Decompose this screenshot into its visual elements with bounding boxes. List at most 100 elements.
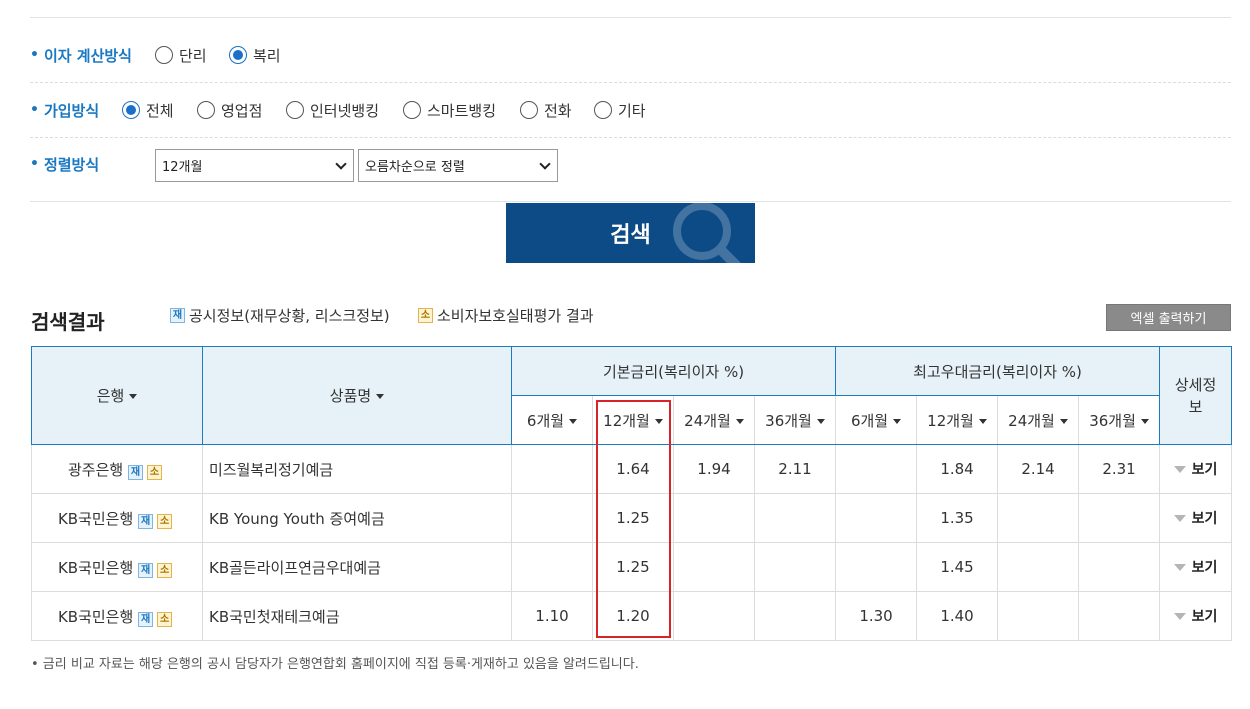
sort-base-period-2[interactable]: 24개월	[673, 395, 755, 445]
disclosure-badge-icon[interactable]: 재	[138, 513, 154, 529]
sort-base-period-3[interactable]: 36개월	[753, 395, 837, 445]
sort-method-label: • 정렬방식	[30, 155, 100, 174]
sort-base-period-1[interactable]: 12개월	[592, 395, 674, 445]
order-select[interactable]: 오름차순으로 정렬	[358, 149, 558, 182]
base-rate-header: 기본금리(복리이자 %)	[510, 346, 837, 396]
period-select[interactable]: 12개월	[155, 149, 354, 182]
disclosure-badge-icon[interactable]: 재	[138, 562, 154, 578]
excel-export-button[interactable]: 엑셀 출력하기	[1106, 304, 1231, 331]
radio-join-phone[interactable]: 전화	[520, 83, 572, 137]
radio-selected-icon[interactable]	[229, 46, 247, 64]
base-rate-cell: 1.94	[673, 444, 755, 494]
base-rate-cell	[673, 591, 755, 641]
max-rate-cell: 1.30	[835, 591, 918, 641]
radio-icon[interactable]	[155, 46, 173, 64]
radio-join-etc[interactable]: 기타	[594, 83, 646, 137]
product-name: KB국민첫재테크예금	[202, 591, 512, 641]
disclosure-badge-icon[interactable]: 재	[138, 611, 154, 627]
max-rate-cell	[1078, 493, 1161, 543]
consumer-badge-icon[interactable]: 소	[146, 464, 162, 480]
product-name: KB골든라이프연금우대예금	[202, 542, 512, 592]
max-rate-cell	[1078, 591, 1161, 641]
join-method-row: • 가입방식 전체 영업점 인터넷뱅킹 스마트뱅킹 전화 기타	[30, 83, 1231, 138]
product-name: 미즈월복리정기예금	[202, 444, 512, 494]
max-rate-cell: 1.35	[916, 493, 999, 543]
radio-compound-interest[interactable]: 복리	[229, 28, 281, 82]
max-rate-cell	[997, 542, 1080, 592]
top-divider	[30, 17, 1231, 18]
product-name: KB Young Youth 증여예금	[202, 493, 512, 543]
base-rate-cell: 1.25	[592, 493, 674, 543]
max-rate-cell: 1.40	[916, 591, 999, 641]
consumer-badge-icon[interactable]: 소	[157, 513, 173, 529]
radio-icon[interactable]	[403, 101, 421, 119]
disclosure-badge-icon: 재	[170, 308, 185, 323]
max-rate-cell	[997, 493, 1080, 543]
caret-down-icon	[654, 418, 663, 424]
consumer-badge-icon[interactable]: 소	[157, 611, 173, 627]
detail-cell: 보기	[1159, 542, 1233, 592]
base-rate-cell: 1.20	[592, 591, 674, 641]
sort-max-period-1[interactable]: 12개월	[916, 395, 999, 445]
consumer-badge-icon[interactable]: 소	[157, 562, 173, 578]
radio-join-branch[interactable]: 영업점	[197, 83, 262, 137]
chevron-down-icon	[335, 158, 347, 170]
view-detail-button[interactable]: 보기	[1161, 508, 1230, 528]
caret-down-icon	[893, 418, 902, 424]
base-rate-cell: 1.10	[511, 591, 593, 641]
base-rate-cell: 1.25	[592, 542, 674, 592]
radio-icon[interactable]	[286, 101, 304, 119]
view-detail-button[interactable]: 보기	[1161, 459, 1230, 479]
legend-consumer: 소 소비자보호실태평가 결과	[418, 305, 594, 326]
table-row: 광주은행 재 소 미즈월복리정기예금 1.64 1.94 2.11 1.84 2.14 2.31…	[31, 444, 1233, 494]
radio-selected-icon[interactable]	[122, 101, 140, 119]
radio-join-internet[interactable]: 인터넷뱅킹	[286, 83, 379, 137]
sort-max-period-3[interactable]: 36개월	[1078, 395, 1161, 445]
disclosure-badge-icon[interactable]: 재	[127, 464, 143, 480]
base-rate-cell	[511, 542, 593, 592]
sort-by-bank[interactable]: 은행	[31, 346, 203, 445]
base-rate-cell	[753, 591, 837, 641]
max-rate-header: 최고우대금리(복리이자 %)	[835, 346, 1161, 396]
bank-cell: KB국민은행 재소	[31, 493, 203, 543]
radio-join-all[interactable]: 전체	[122, 83, 174, 137]
table-row: KB국민은행 재 소 KB국민첫재테크예금 1.10 1.20 1.30 1.40 보기	[31, 591, 1233, 641]
triangle-down-icon	[1173, 563, 1186, 571]
max-rate-cell: 1.45	[916, 542, 999, 592]
radio-icon[interactable]	[594, 101, 612, 119]
radio-join-smart[interactable]: 스마트뱅킹	[403, 83, 496, 137]
rate-table: 은행 상품명 기본금리(복리이자 %) 최고우대금리(복리이자 %) 상세정보 …	[31, 346, 1233, 641]
table-row: KB국민은행 재 소 KB Young Youth 증여예금 1.25 1.35 보기	[31, 493, 1233, 543]
sort-by-product[interactable]: 상품명	[202, 346, 512, 445]
search-button[interactable]: 검색	[506, 203, 755, 263]
caret-down-icon	[129, 394, 138, 399]
sort-max-period-2[interactable]: 24개월	[997, 395, 1080, 445]
detail-header: 상세정보	[1159, 346, 1233, 445]
consumer-badge-icon: 소	[418, 308, 433, 323]
interest-method-label: • 이자 계산방식	[30, 46, 132, 65]
view-detail-button[interactable]: 보기	[1161, 606, 1230, 626]
sort-base-period-0[interactable]: 6개월	[511, 395, 593, 445]
radio-icon[interactable]	[197, 101, 215, 119]
triangle-down-icon	[1173, 612, 1186, 620]
triangle-down-icon	[1173, 465, 1186, 473]
max-rate-cell	[835, 493, 918, 543]
base-rate-cell	[753, 493, 837, 543]
table-row: KB국민은행 재 소 KB골든라이프연금우대예금 1.25 1.45 보기	[31, 542, 1233, 592]
detail-cell: 보기	[1159, 591, 1233, 641]
caret-down-icon	[569, 418, 578, 424]
max-rate-cell: 1.84	[916, 444, 999, 494]
join-method-label: • 가입방식	[30, 101, 100, 120]
radio-simple-interest[interactable]: 단리	[155, 28, 207, 82]
bank-cell: KB국민은행 재소	[31, 591, 203, 641]
detail-cell: 보기	[1159, 444, 1233, 494]
radio-icon[interactable]	[520, 101, 538, 119]
base-rate-cell: 1.64	[592, 444, 674, 494]
caret-down-icon	[816, 418, 825, 424]
view-detail-button[interactable]: 보기	[1161, 557, 1230, 577]
detail-cell: 보기	[1159, 493, 1233, 543]
base-rate-cell	[673, 542, 755, 592]
base-rate-cell: 2.11	[753, 444, 837, 494]
sort-max-period-0[interactable]: 6개월	[835, 395, 918, 445]
triangle-down-icon	[1173, 514, 1186, 522]
